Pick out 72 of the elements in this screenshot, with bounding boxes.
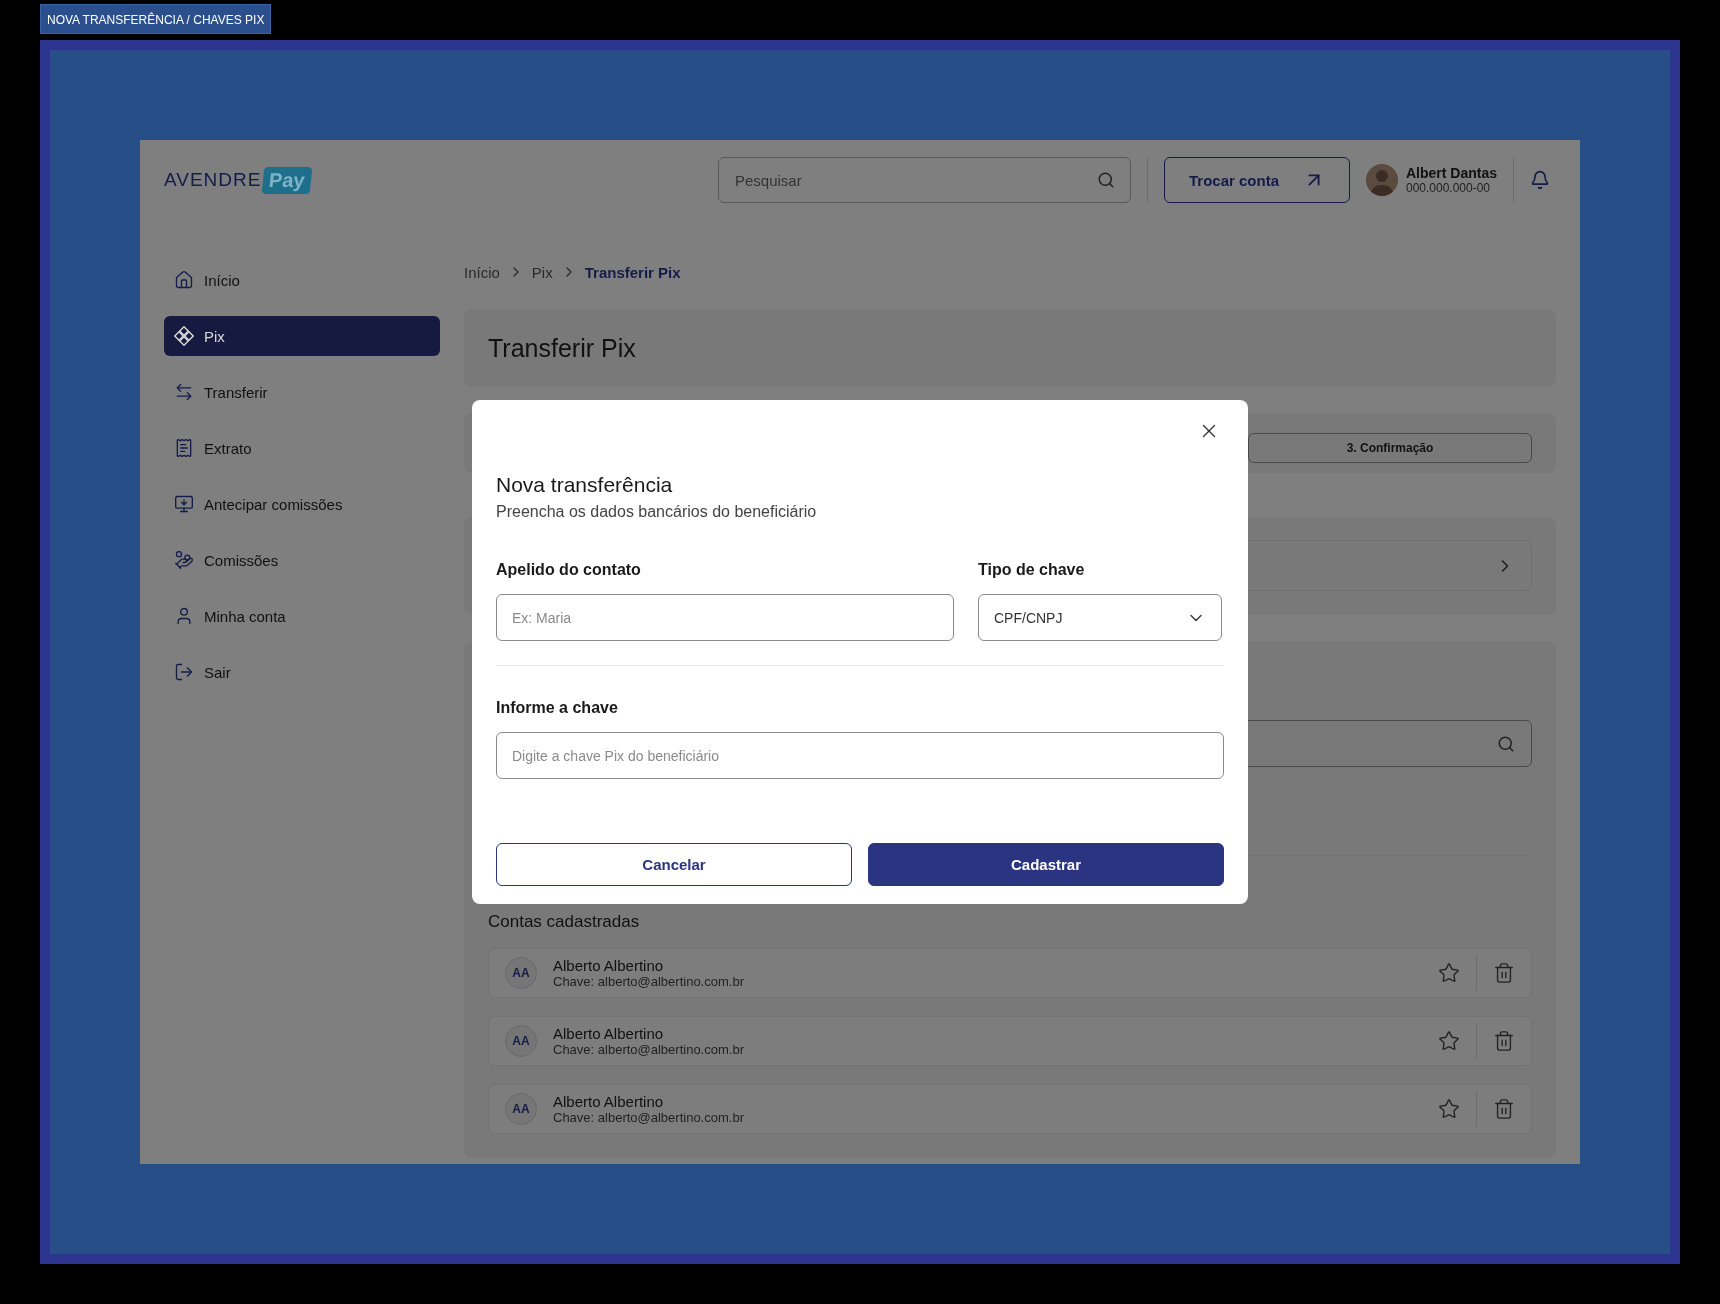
sidebar-item[interactable]: Início (164, 260, 440, 300)
logo-text: AVENDRE (164, 169, 262, 191)
star-icon (1438, 962, 1460, 984)
field-label: Apelido do contato (496, 560, 642, 580)
delete-button[interactable] (1493, 1098, 1515, 1120)
breadcrumb-link[interactable]: Início (464, 263, 500, 281)
frame-label: NOVA TRANSFERÊNCIA / CHAVES PIX (40, 4, 272, 34)
sidebar-item[interactable]: Pix (164, 316, 440, 356)
sidebar-label: Início (204, 271, 240, 289)
sidebar-label: Antecipar comissões (204, 495, 343, 513)
initials-avatar: AA (505, 1025, 537, 1057)
trash-icon (1493, 962, 1515, 984)
sidebar-item[interactable]: Extrato (164, 428, 440, 468)
delete-button[interactable] (1493, 1030, 1515, 1052)
initials-avatar: AA (505, 1093, 537, 1125)
sidebar-label: Minha conta (204, 607, 286, 625)
home-icon (174, 270, 194, 290)
field-label: Tipo de chave (978, 560, 1086, 580)
user-document: 000.000.000-00 (1405, 181, 1492, 195)
exit-icon (174, 662, 194, 682)
sidebar-item[interactable]: Minha conta (164, 596, 440, 636)
arrows-icon (174, 382, 194, 402)
field-label: Informe a chave (496, 698, 619, 718)
favorite-button[interactable] (1438, 962, 1460, 984)
favorite-button[interactable] (1438, 1098, 1460, 1120)
user-name: Albert Dantas (1405, 165, 1497, 181)
dialog-subtitle: Preencha os dados bancários do beneficiário (496, 502, 818, 522)
account-key: Chave: alberto@albertino.com.br (553, 974, 1438, 989)
sidebar-label: Transferir (204, 383, 268, 401)
diamond-icon (174, 326, 194, 346)
search-icon (1096, 171, 1115, 189)
star-icon (1438, 1030, 1460, 1052)
sidebar-item[interactable]: Transferir (164, 372, 440, 412)
section-title: Contas cadastradas (488, 912, 641, 932)
logo-badge: Pay (262, 166, 313, 194)
delete-button[interactable] (1493, 962, 1515, 984)
trash-icon (1493, 1098, 1515, 1120)
submit-button[interactable]: Cadastrar (868, 843, 1224, 886)
sidebar-item[interactable]: Comissões (164, 540, 440, 580)
account-name: Alberto Albertino (553, 957, 665, 974)
trash-icon (1493, 1030, 1515, 1052)
search-icon (1497, 734, 1515, 753)
input-field[interactable]: Ex: Maria (496, 594, 954, 641)
monitor-icon (174, 494, 194, 514)
star-icon (1438, 1098, 1460, 1120)
initials-avatar: AA (505, 957, 537, 989)
breadcrumb-link[interactable]: Pix (531, 263, 553, 281)
sidebar-label: Extrato (204, 439, 252, 457)
account-key: Chave: alberto@albertino.com.br (553, 1042, 1438, 1057)
hand-coins-icon (174, 550, 194, 570)
key-type-select[interactable]: CPF/CNPJ (978, 594, 1222, 641)
dialog-title: Nova transferência (496, 472, 674, 498)
account-key: Chave: alberto@albertino.com.br (553, 1110, 1438, 1125)
breadcrumb-link[interactable]: Transferir Pix (584, 263, 681, 281)
sidebar-label: Sair (204, 663, 231, 681)
account-name: Alberto Albertino (553, 1093, 665, 1110)
page-title: Transferir Pix (488, 333, 637, 363)
sidebar-label: Pix (204, 327, 225, 345)
search-field[interactable]: Pesquisar (717, 157, 1131, 203)
input-field[interactable]: Digite a chave Pix do beneficiário (496, 732, 1224, 779)
cancel-button[interactable]: Cancelar (496, 843, 852, 886)
notification-button[interactable] (1530, 170, 1550, 190)
avatar (1365, 164, 1398, 196)
step-tab[interactable]: 3. Confirmação (1248, 433, 1532, 463)
switch-account-button[interactable]: Trocar conta (1163, 157, 1350, 203)
sidebar-item[interactable]: Sair (164, 652, 440, 692)
account-name: Alberto Albertino (553, 1025, 665, 1042)
bell-icon (1530, 170, 1550, 190)
receipt-icon (174, 438, 194, 458)
sidebar-item[interactable]: Antecipar comissões (164, 484, 440, 524)
sidebar-label: Comissões (204, 551, 279, 569)
favorite-button[interactable] (1438, 1030, 1460, 1052)
